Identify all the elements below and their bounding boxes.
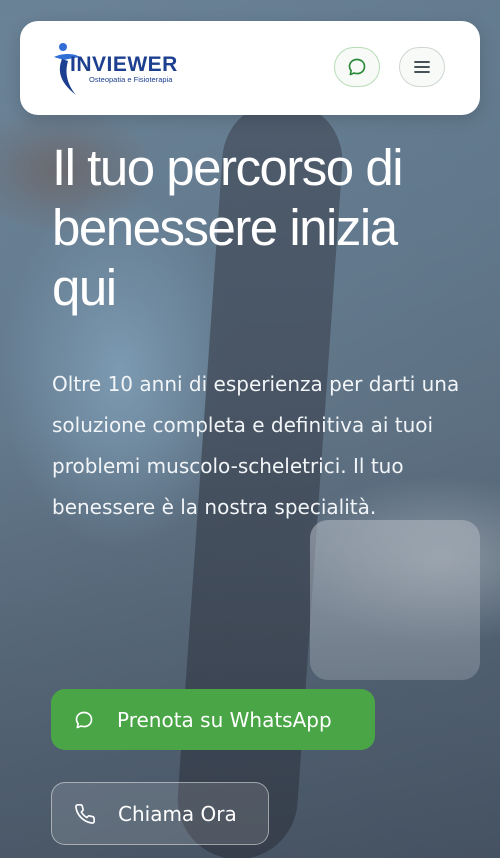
menu-button[interactable] xyxy=(399,47,445,87)
brand-logo[interactable]: INVIEWER Osteopatia e Fisioterapia xyxy=(52,41,212,97)
hamburger-menu-icon xyxy=(414,61,430,73)
call-button-label: Chiama Ora xyxy=(118,801,237,826)
chat-bubble-icon xyxy=(73,709,95,731)
hero-subtitle: Oltre 10 anni di esperienza per darti un… xyxy=(52,372,460,519)
chat-button[interactable] xyxy=(334,47,380,87)
chat-bubble-icon xyxy=(348,58,366,76)
whatsapp-booking-button[interactable]: Prenota su WhatsApp xyxy=(51,689,375,750)
landing-page: INVIEWER Osteopatia e Fisioterapia Il tu… xyxy=(0,0,500,858)
phone-icon xyxy=(74,803,96,825)
site-header: INVIEWER Osteopatia e Fisioterapia xyxy=(20,21,480,115)
hero-title: Il tuo percorso di benessere inizia qui xyxy=(52,139,404,316)
logo-wordmark: INVIEWER xyxy=(70,53,178,76)
call-now-button[interactable]: Chiama Ora xyxy=(51,782,269,845)
logo-tagline: Osteopatia e Fisioterapia xyxy=(89,75,173,84)
whatsapp-button-label: Prenota su WhatsApp xyxy=(117,707,332,732)
